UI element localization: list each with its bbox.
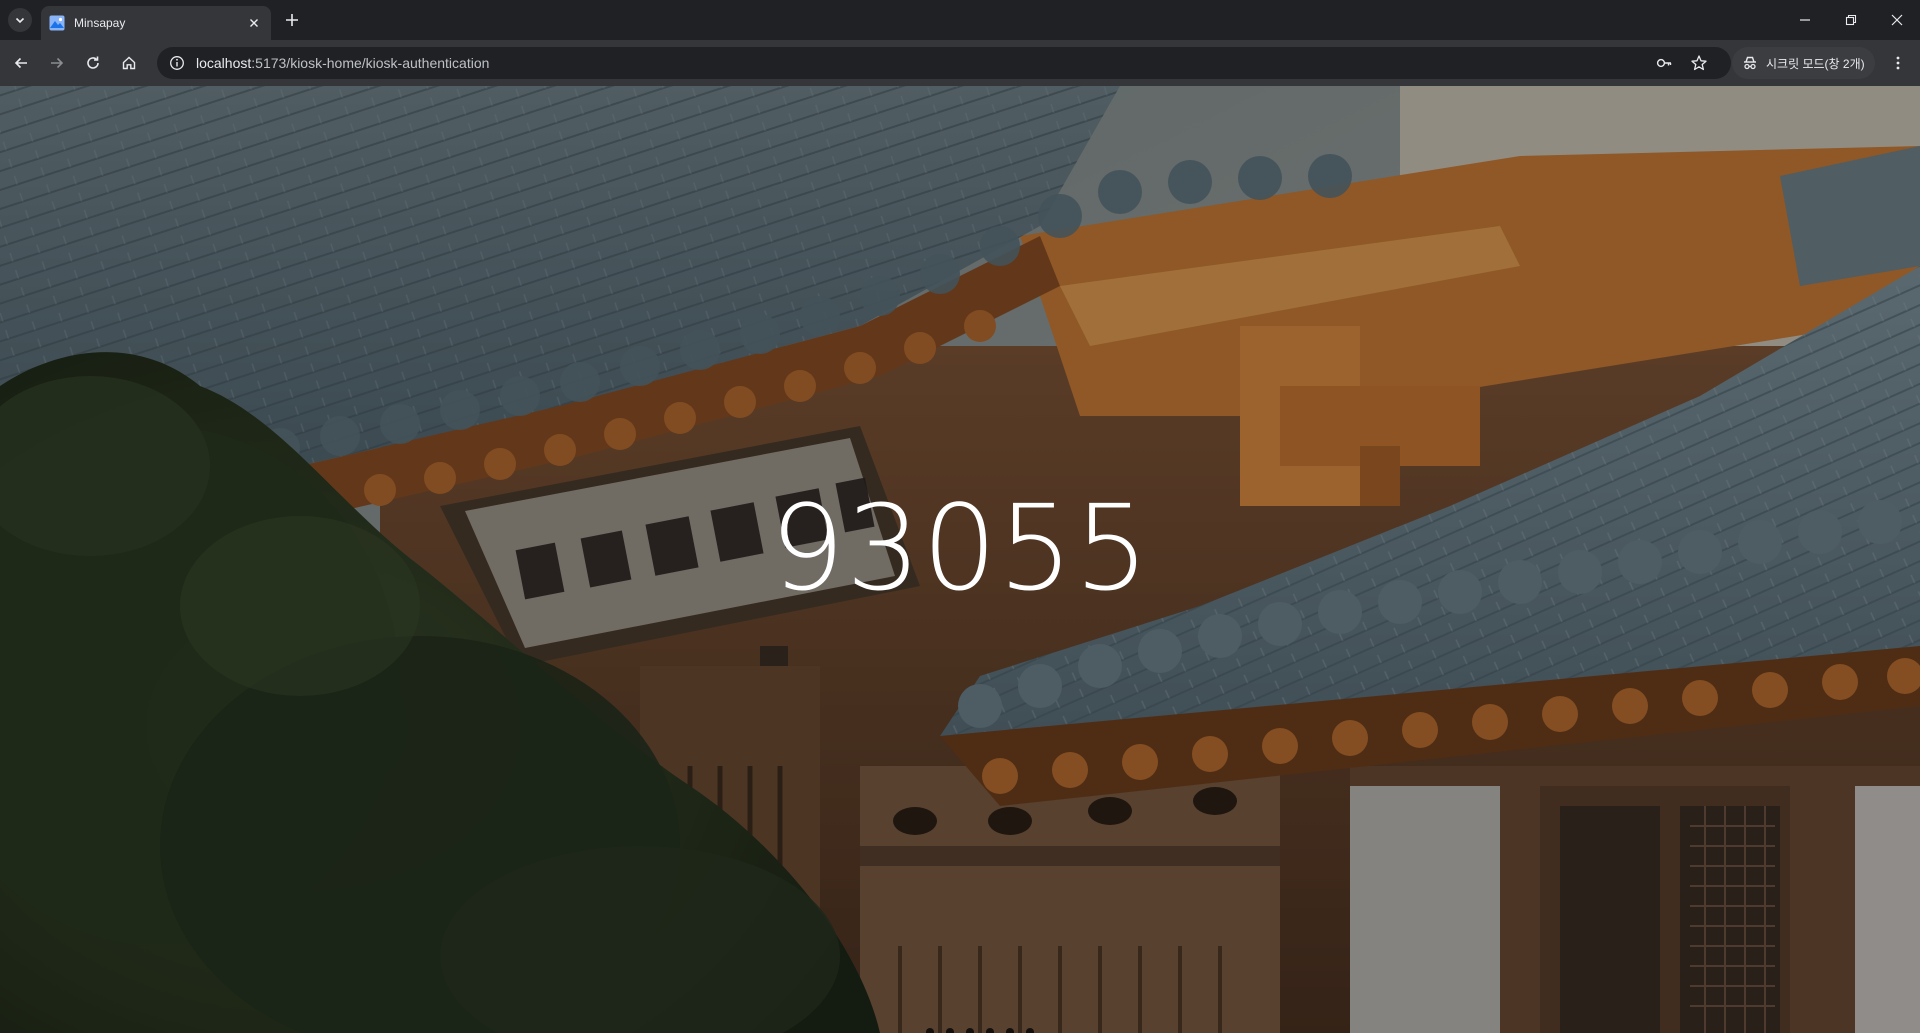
tab-title: Minsapay [74, 16, 126, 30]
reload-button[interactable] [81, 51, 105, 75]
url-path: :5173/kiosk-home/kiosk-authentication [251, 55, 490, 71]
plus-icon [286, 14, 298, 26]
incognito-indicator[interactable]: 시크릿 모드(창 2개) [1732, 47, 1875, 79]
browser-menu-button[interactable] [1886, 51, 1910, 75]
home-button[interactable] [117, 51, 141, 75]
password-manager-button[interactable] [1654, 53, 1674, 73]
favicon-icon [49, 15, 65, 31]
arrow-right-icon [51, 57, 64, 69]
new-tab-button[interactable] [281, 9, 303, 31]
info-icon [170, 56, 184, 70]
tab-active[interactable]: Minsapay [41, 6, 271, 40]
star-icon [1691, 55, 1707, 71]
close-icon [250, 19, 258, 27]
minimize-icon [1800, 19, 1810, 21]
chevron-down-icon [15, 17, 25, 24]
tab-close-button[interactable] [244, 13, 264, 33]
close-icon [1891, 14, 1903, 26]
incognito-icon [1744, 56, 1756, 70]
address-bar[interactable]: localhost:5173/kiosk-home/kiosk-authenti… [157, 47, 1731, 79]
tab-strip: Minsapay [0, 0, 1920, 40]
more-vertical-icon [1896, 56, 1900, 70]
kiosk-auth-code: 93055 [769, 479, 1151, 617]
tab-search-button[interactable] [8, 8, 32, 32]
key-icon [1656, 58, 1672, 68]
incognito-label: 시크릿 모드(창 2개) [1766, 56, 1865, 71]
restore-button[interactable] [1828, 0, 1874, 40]
url-host: localhost [196, 55, 252, 71]
restore-icon [1845, 14, 1857, 26]
back-button[interactable] [9, 51, 33, 75]
bookmark-button[interactable] [1689, 53, 1709, 73]
site-info-button[interactable] [167, 53, 187, 73]
browser-toolbar: localhost:5173/kiosk-home/kiosk-authenti… [0, 40, 1920, 86]
home-icon [122, 56, 136, 70]
close-window-button[interactable] [1874, 0, 1920, 40]
reload-icon [87, 56, 99, 69]
forward-button[interactable] [45, 51, 69, 75]
url-text: localhost:5173/kiosk-home/kiosk-authenti… [196, 55, 489, 71]
kiosk-authentication-page: 93055 [0, 86, 1920, 1033]
arrow-left-icon [14, 57, 27, 69]
minimize-button[interactable] [1782, 0, 1828, 40]
